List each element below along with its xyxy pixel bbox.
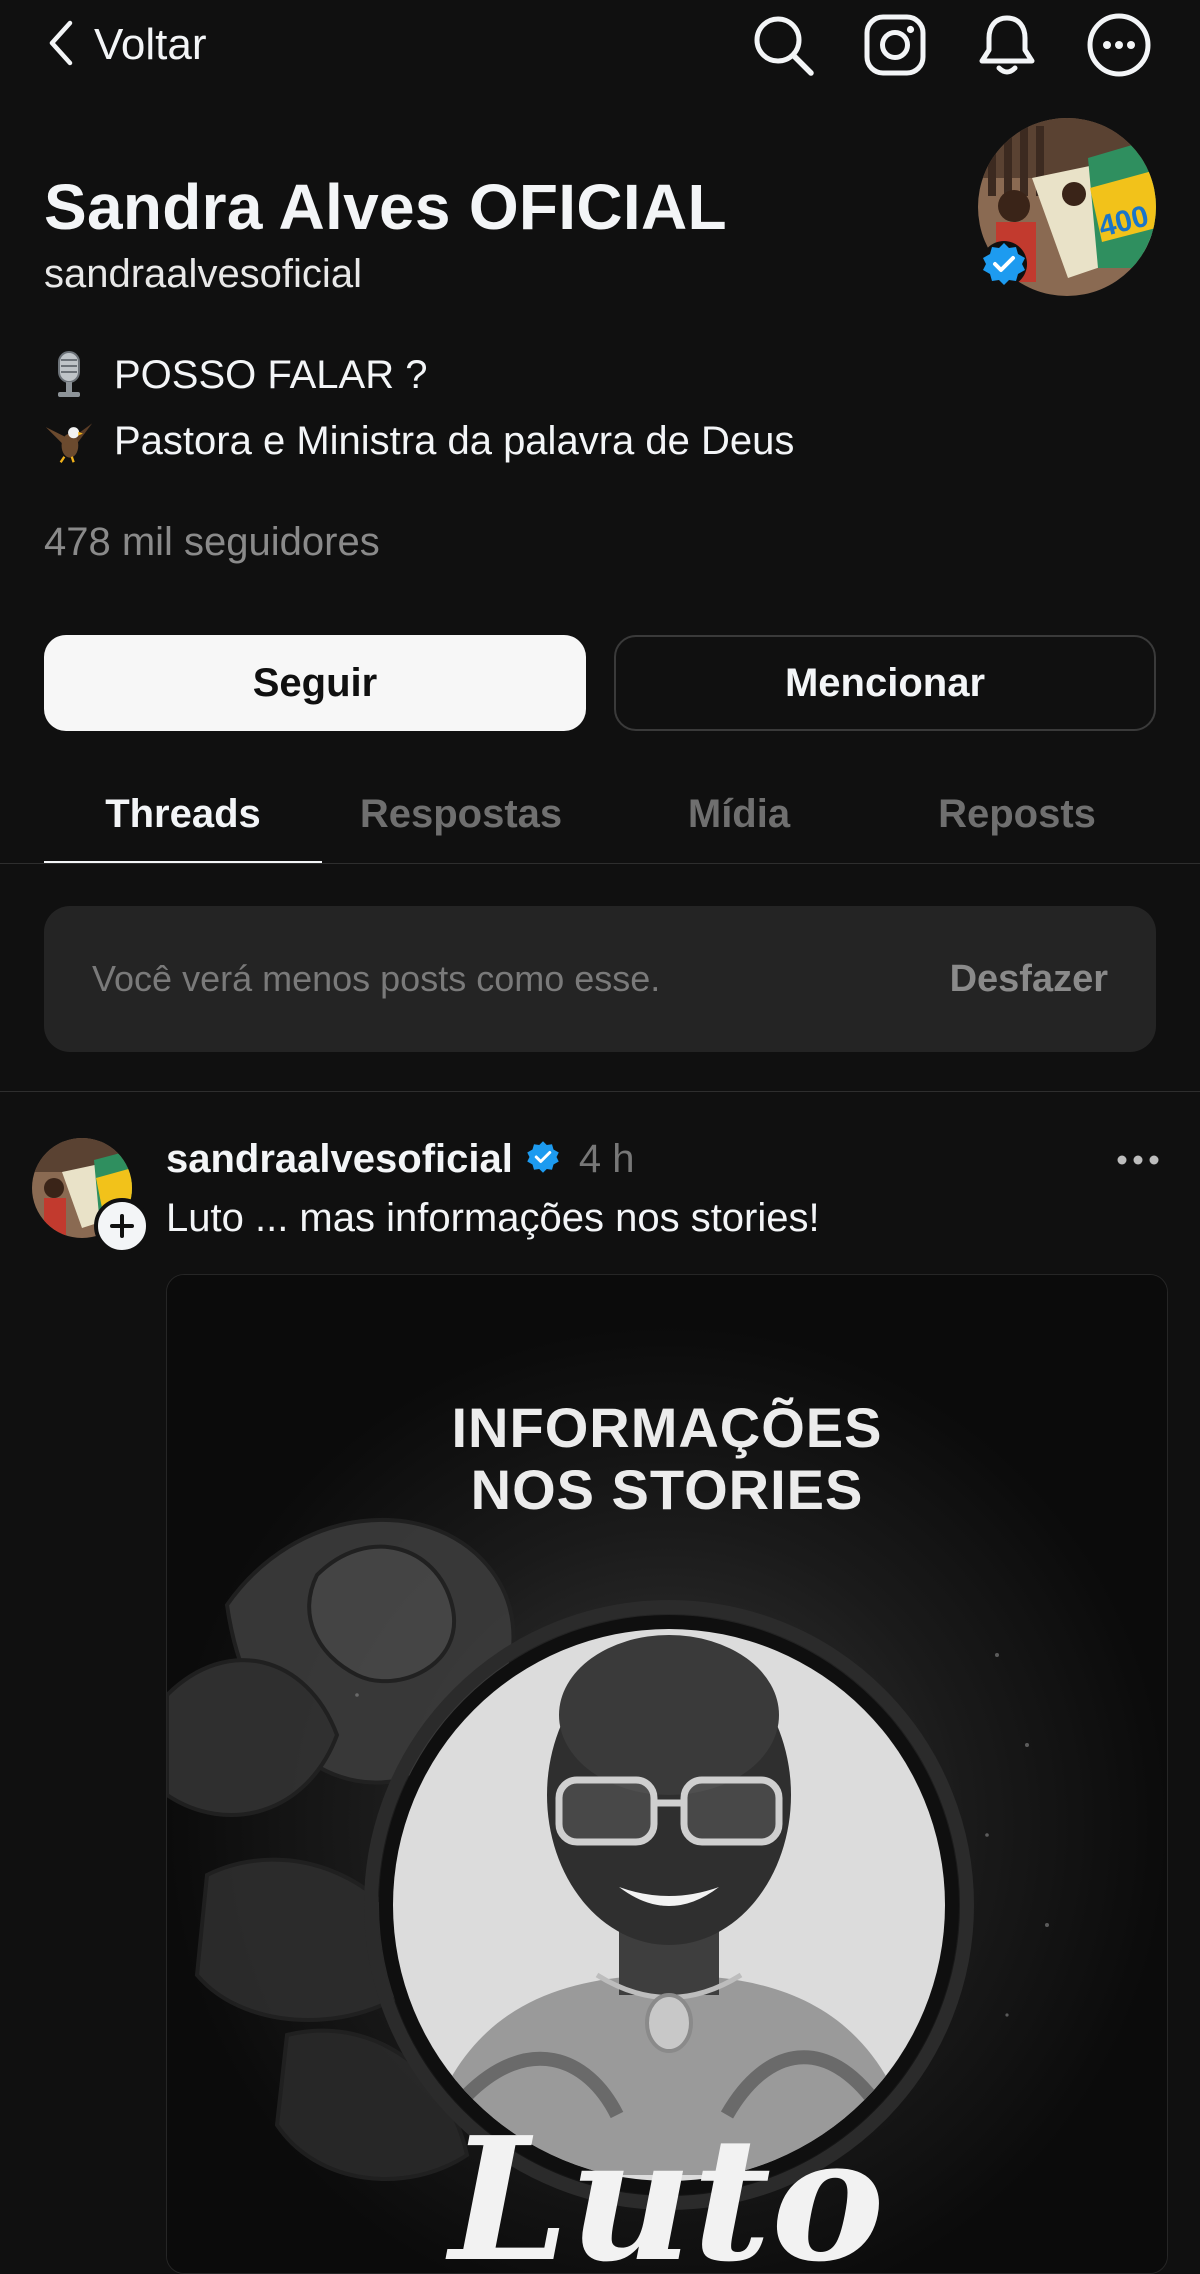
bio-line-2: Pastora e Ministra da palavra de Deus: [44, 416, 794, 466]
back-button[interactable]: Voltar: [44, 14, 207, 76]
media-script-text: Luto: [449, 2100, 885, 2274]
post-text: Luto ... mas informações nos stories!: [166, 1196, 820, 1240]
undo-button[interactable]: Desfazer: [950, 958, 1108, 1001]
bio-line-1: POSSO FALAR ?: [44, 350, 427, 400]
profile-name: Sandra Alves OFICIAL: [44, 171, 727, 243]
chevron-left-icon: [44, 19, 76, 72]
tab-respostas[interactable]: Respostas: [322, 780, 600, 864]
bio-text-2: Pastora e Ministra da palavra de Deus: [114, 418, 795, 463]
follow-button[interactable]: Seguir: [44, 635, 586, 731]
post-username[interactable]: sandraalvesoficial: [166, 1137, 513, 1182]
post-divider: [0, 1091, 1200, 1092]
media-title-line2: NOS STORIES: [470, 1458, 864, 1521]
notice-text: Você verá menos posts como esse.: [92, 958, 661, 999]
tabs-divider: [0, 863, 1200, 864]
instagram-icon[interactable]: [858, 8, 932, 82]
profile-handle: sandraalvesoficial: [44, 252, 362, 296]
back-label: Voltar: [94, 20, 207, 69]
verified-badge-icon: [525, 1139, 561, 1180]
bio-text-1: POSSO FALAR ?: [114, 352, 428, 397]
post-media-image[interactable]: INFORMAÇÕES NOS STORIES Luto: [166, 1274, 1168, 2274]
tab-threads[interactable]: Threads: [44, 780, 322, 864]
tab-reposts[interactable]: Reposts: [878, 780, 1156, 864]
followers-count[interactable]: 478 mil seguidores: [44, 520, 380, 565]
media-title-line1: INFORMAÇÕES: [451, 1396, 883, 1459]
eagle-icon: [44, 416, 94, 466]
tab-midia[interactable]: Mídia: [600, 780, 878, 864]
mention-button[interactable]: Mencionar: [614, 635, 1156, 731]
profile-tabs: Threads Respostas Mídia Reposts: [44, 780, 1156, 864]
hidden-post-notice: Você verá menos posts como esse. Desfaze…: [44, 906, 1156, 1052]
verified-badge-icon: [980, 240, 1028, 288]
post-time: 4 h: [578, 1136, 635, 1181]
microphone-icon: [44, 350, 94, 400]
more-circle-icon[interactable]: [1082, 8, 1156, 82]
follow-plus-icon[interactable]: [94, 1198, 150, 1254]
post-more-icon[interactable]: [1112, 1140, 1164, 1180]
search-icon[interactable]: [746, 8, 820, 82]
post-header: sandraalvesoficial 4 h: [166, 1132, 634, 1186]
header-actions: [746, 8, 1156, 82]
bell-icon[interactable]: [970, 8, 1044, 82]
